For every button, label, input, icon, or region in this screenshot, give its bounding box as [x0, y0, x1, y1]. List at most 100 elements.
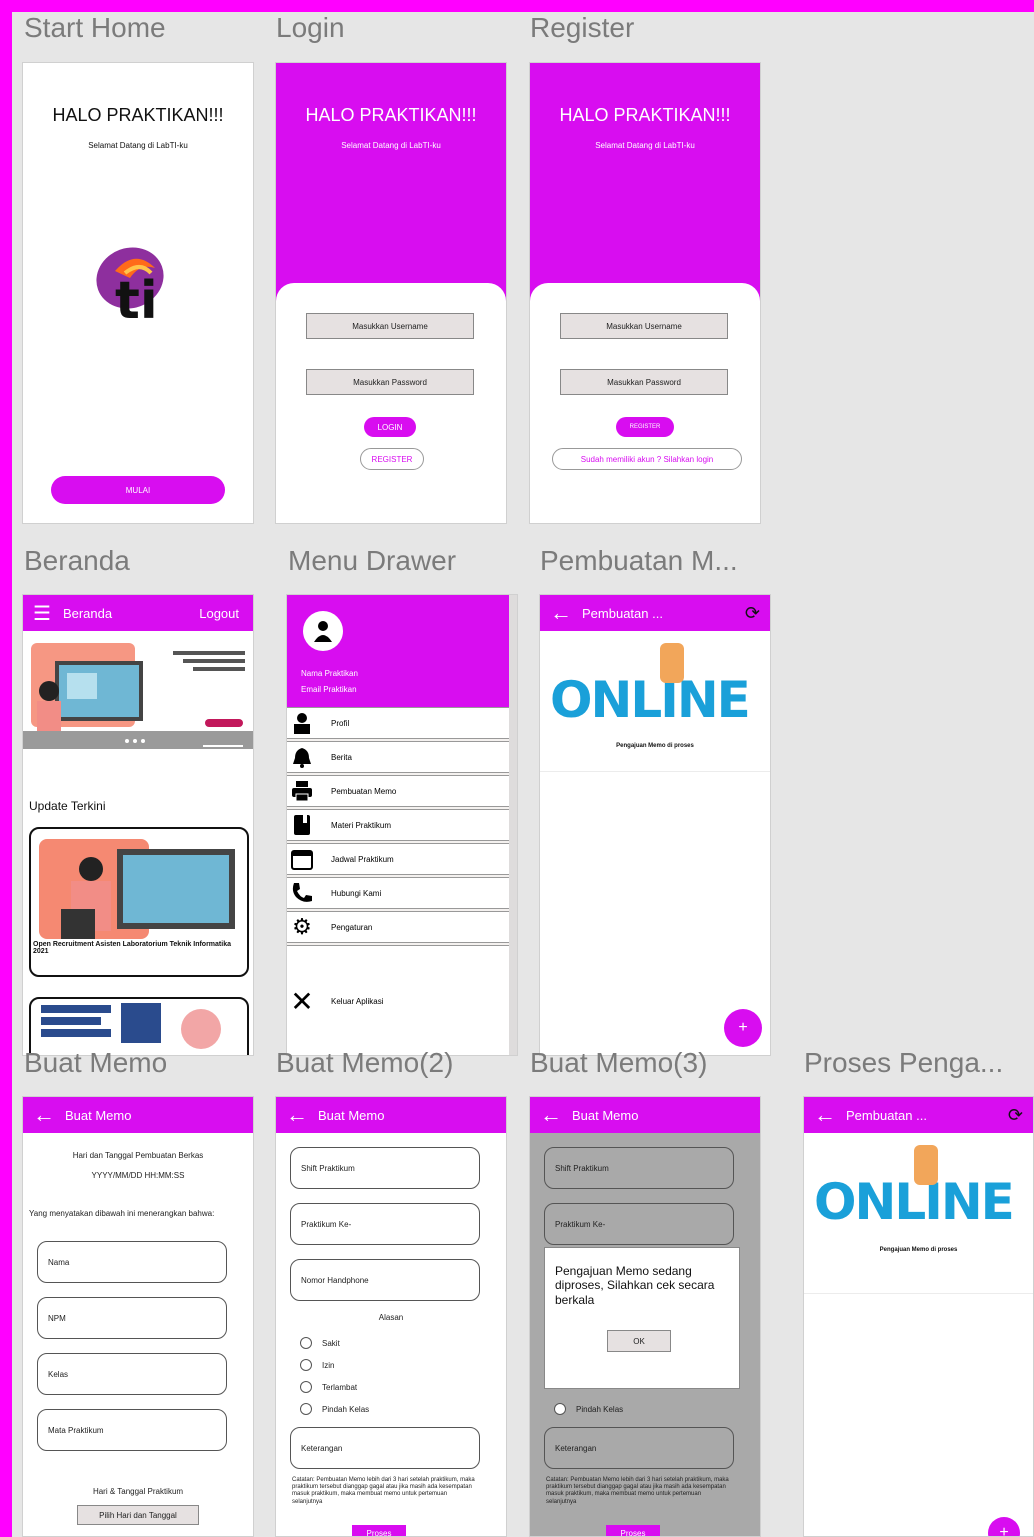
drawer-item-label: Materi Praktikum	[331, 820, 392, 830]
frame-title-buat-memo: Buat Memo	[24, 1047, 168, 1078]
drawer-item-keluar[interactable]: ✕ Keluar Aplikasi	[287, 945, 509, 1055]
logout-button[interactable]: Logout	[199, 606, 239, 621]
radio-izin[interactable]: Izin	[300, 1359, 334, 1371]
proses-button[interactable]: Proses	[606, 1525, 660, 1536]
news-card-title: Open Recruitment Asisten Laboratorium Te…	[33, 941, 231, 955]
kelas-field[interactable]: Kelas	[37, 1353, 227, 1395]
caution-text: Catatan: Pembuatan Memo lebih dari 3 har…	[546, 1477, 729, 1505]
refresh-icon[interactable]: ⟳	[745, 603, 760, 624]
login-link-button[interactable]: Sudah memiliki akun ? Silahkan login	[552, 448, 742, 470]
drawer-item-label: Jadwal Praktikum	[331, 854, 394, 864]
npm-field[interactable]: NPM	[37, 1297, 227, 1339]
register-link-button[interactable]: REGISTER	[360, 448, 424, 470]
radio-label: Izin	[322, 1360, 335, 1370]
beranda-title: Beranda	[62, 605, 113, 621]
drawer-item-label: Pembuatan Memo	[331, 786, 397, 796]
drawer-item-label: Hubungi Kami	[331, 888, 382, 898]
drawer-item-label: Profil	[331, 718, 350, 728]
shift-field[interactable]: Shift Praktikum	[544, 1147, 734, 1189]
buat-memo-screen: ← Buat Memo Hari dan Tanggal Pembuatan B…	[22, 1096, 254, 1537]
radio-terlambat[interactable]: Terlambat	[300, 1381, 357, 1393]
register-title: HALO PRAKTIKAN!!!	[559, 105, 731, 125]
shift-field[interactable]: Shift Praktikum	[290, 1147, 480, 1189]
frame-title-start-home: Start Home	[24, 12, 166, 43]
online-illustration: ONLINE	[550, 671, 751, 729]
register-screen: HALO PRAKTIKAN!!! Selamat Datang di LabT…	[529, 62, 761, 524]
buat-memo-2-title: Buat Memo	[318, 1107, 385, 1123]
radio-sakit[interactable]: Sakit	[300, 1337, 340, 1349]
frame-title-beranda: Beranda	[24, 545, 130, 576]
drawer-item-pembuatan-memo[interactable]: Pembuatan Memo	[287, 775, 509, 807]
add-fab[interactable]: +	[724, 1009, 762, 1047]
start-home-screen: HALO PRAKTIKAN!!! Selamat Datang di LabT…	[22, 62, 254, 524]
dialog-message: Pengajuan Memo sedang diproses, Silahkan…	[555, 1264, 715, 1307]
book-icon	[287, 811, 317, 839]
mata-praktikum-field[interactable]: Mata Praktikum	[37, 1409, 227, 1451]
drawer-item-berita[interactable]: Berita	[287, 741, 509, 773]
back-arrow-icon[interactable]: ←	[550, 602, 572, 624]
register-button[interactable]: REGISTER	[616, 417, 674, 437]
news-card[interactable]: Open Recruitment Asisten Laboratorium Te…	[29, 827, 249, 977]
back-arrow-icon[interactable]: ←	[814, 1104, 836, 1126]
radio-label: Sakit	[322, 1338, 340, 1348]
frame-title-buat-memo-3: Buat Memo(3)	[530, 1047, 708, 1078]
drawer-scrim	[509, 595, 517, 1055]
nama-field[interactable]: Nama	[37, 1241, 227, 1283]
caution-text: Catatan: Pembuatan Memo lebih dari 3 har…	[292, 1477, 475, 1505]
radio-label: Pindah Kelas	[322, 1404, 370, 1414]
register-password-field[interactable]: Masukkan Password	[560, 369, 728, 395]
proses-title: Pembuatan ...	[846, 1107, 927, 1123]
buat-memo-3-title: Buat Memo	[572, 1107, 639, 1123]
register-username-field[interactable]: Masukkan Username	[560, 313, 728, 339]
back-arrow-icon[interactable]: ←	[286, 1104, 308, 1126]
pick-date-button[interactable]: Pilih Hari dan Tanggal	[77, 1505, 199, 1525]
proses-button[interactable]: Proses	[352, 1525, 406, 1536]
login-subtitle: Selamat Datang di LabTI-ku	[341, 141, 441, 150]
radio-circle-icon	[300, 1381, 312, 1393]
back-arrow-icon[interactable]: ←	[33, 1104, 55, 1126]
lab-ti-logo: ti	[85, 243, 195, 343]
banner-image	[23, 631, 253, 749]
drawer-item-pengaturan[interactable]: ⚙ Pengaturan	[287, 911, 509, 943]
bell-icon	[287, 743, 317, 771]
refresh-icon[interactable]: ⟳	[1008, 1105, 1023, 1126]
radio-pindah-kelas[interactable]: Pindah Kelas	[300, 1403, 369, 1415]
praktikum-ke-field[interactable]: Praktikum Ke-	[290, 1203, 480, 1245]
drawer-header: Nama Praktikan Email Praktikan	[287, 595, 509, 707]
password-field[interactable]: Masukkan Password	[306, 369, 474, 395]
login-screen: HALO PRAKTIKAN!!! Selamat Datang di LabT…	[275, 62, 507, 524]
radio-pindah-kelas[interactable]: Pindah Kelas	[554, 1403, 623, 1415]
greeting-subtitle: Selamat Datang di LabTI-ku	[88, 141, 188, 150]
beranda-screen: ☰ Beranda Logout Update Terkini Open Rec…	[22, 594, 254, 1056]
drawer-item-materi[interactable]: Materi Praktikum	[287, 809, 509, 841]
add-fab[interactable]: +	[988, 1517, 1020, 1536]
mulai-button[interactable]: MULAI	[51, 476, 225, 504]
register-subtitle: Selamat Datang di LabTI-ku	[595, 141, 695, 150]
back-arrow-icon[interactable]: ←	[540, 1104, 562, 1126]
dialog-ok-button[interactable]: OK	[607, 1330, 671, 1352]
username-field[interactable]: Masukkan Username	[306, 313, 474, 339]
frame-title-buat-memo-2: Buat Memo(2)	[276, 1047, 454, 1078]
buat-memo-3-app-bar: ← Buat Memo	[530, 1097, 760, 1133]
drawer-item-hubungi[interactable]: Hubungi Kami	[287, 877, 509, 909]
drawer-item-profil[interactable]: Profil	[287, 707, 509, 739]
avatar	[303, 611, 343, 651]
login-button[interactable]: LOGIN	[364, 417, 416, 437]
divider	[540, 771, 770, 772]
praktikum-ke-field[interactable]: Praktikum Ke-	[544, 1203, 734, 1245]
logo-text: ti	[115, 271, 158, 331]
drawer-item-label: Keluar Aplikasi	[331, 997, 384, 1006]
illustration-figure	[914, 1145, 938, 1185]
keterangan-field[interactable]: Keterangan	[290, 1427, 480, 1469]
hamburger-icon[interactable]: ☰	[33, 601, 51, 626]
pembuatan-caption: Pengajuan Memo di proses	[616, 743, 694, 749]
phone-field[interactable]: Nomor Handphone	[290, 1259, 480, 1301]
drawer-item-jadwal[interactable]: Jadwal Praktikum	[287, 843, 509, 875]
keterangan-field[interactable]: Keterangan	[544, 1427, 734, 1469]
calendar-icon	[287, 845, 317, 873]
login-title: HALO PRAKTIKAN!!!	[305, 105, 477, 125]
radio-label: Terlambat	[322, 1382, 358, 1392]
drawer-item-label: Pengaturan	[331, 922, 373, 932]
radio-label: Pindah Kelas	[576, 1404, 624, 1414]
illustration-figure	[660, 643, 684, 683]
